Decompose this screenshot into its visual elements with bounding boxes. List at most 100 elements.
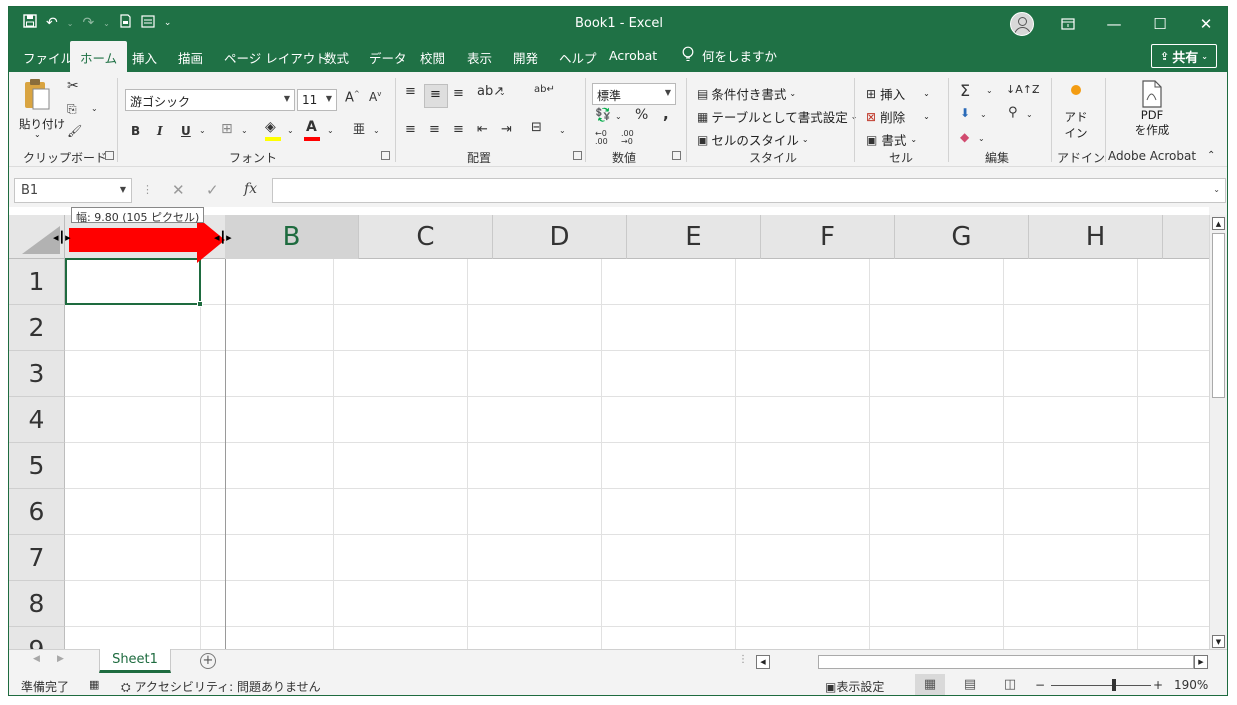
align-middle-button[interactable]: ≡ bbox=[424, 84, 448, 108]
zoom-in-button[interactable]: + bbox=[1153, 678, 1163, 692]
align-right-icon[interactable]: ≡ bbox=[453, 122, 464, 137]
percent-button[interactable]: % bbox=[635, 107, 648, 123]
border-icon[interactable]: ⊞ bbox=[221, 121, 233, 137]
comma-button[interactable]: , bbox=[663, 105, 669, 123]
scroll-down-icon[interactable]: ▼ bbox=[1212, 635, 1225, 648]
cut-icon[interactable]: ✂ bbox=[67, 78, 79, 94]
row-header[interactable]: 2 bbox=[9, 305, 65, 351]
number-format-combo[interactable]: 標準 ▼ bbox=[592, 83, 676, 105]
tab-page-layout[interactable]: ページ レイアウト bbox=[224, 48, 328, 67]
chevron-down-icon[interactable]: ⌄ bbox=[978, 134, 985, 143]
chevron-down-icon[interactable]: ⌄ bbox=[1031, 86, 1038, 95]
chevron-down-icon[interactable]: ⌄ bbox=[91, 104, 98, 113]
prev-sheet-icon[interactable]: ◀ bbox=[33, 654, 40, 664]
tab-acrobat[interactable]: Acrobat bbox=[609, 48, 657, 63]
column-header[interactable]: E bbox=[627, 215, 761, 259]
chevron-down-icon[interactable]: ⌄ bbox=[986, 86, 993, 95]
font-launcher-icon[interactable] bbox=[381, 151, 390, 160]
chevron-down-icon[interactable]: ⌄ bbox=[499, 88, 506, 97]
tab-developer[interactable]: 開発 bbox=[513, 48, 538, 67]
maximize-icon[interactable]: ☐ bbox=[1137, 7, 1183, 41]
create-pdf-button[interactable]: PDF を作成 bbox=[1127, 80, 1177, 144]
chevron-down-icon[interactable]: ⌄ bbox=[559, 126, 566, 135]
underline-button[interactable]: U bbox=[181, 124, 191, 138]
font-name-combo[interactable]: 游ゴシック ▼ bbox=[125, 89, 295, 111]
chevron-down-icon[interactable]: ⌄ bbox=[327, 126, 334, 135]
align-left-icon[interactable]: ≡ bbox=[405, 122, 416, 137]
column-header[interactable]: H bbox=[1029, 215, 1163, 259]
fill-handle[interactable] bbox=[197, 301, 203, 307]
italic-button[interactable]: I bbox=[157, 124, 163, 138]
enter-icon[interactable]: ✓ bbox=[206, 181, 219, 199]
splitter-icon[interactable]: ⋮ bbox=[738, 654, 748, 665]
normal-view-button[interactable]: ▦ bbox=[915, 674, 945, 695]
minimize-icon[interactable]: — bbox=[1091, 7, 1137, 41]
merge-center-icon[interactable]: ⊟ bbox=[531, 120, 542, 135]
ribbon-display-icon[interactable] bbox=[1045, 7, 1091, 41]
zoom-slider-thumb[interactable] bbox=[1112, 679, 1116, 691]
column-header[interactable]: G bbox=[895, 215, 1029, 259]
decrease-decimal-icon[interactable]: .00 →0 bbox=[621, 130, 634, 146]
horizontal-scrollbar[interactable]: ◀ ▶ bbox=[756, 655, 1210, 669]
copy-icon[interactable]: ⎘ bbox=[67, 102, 77, 117]
row-header[interactable]: 7 bbox=[9, 535, 65, 581]
clear-icon[interactable]: ◆ bbox=[960, 130, 969, 144]
column-header[interactable]: B bbox=[225, 215, 359, 259]
chevron-down-icon[interactable]: ⌄ bbox=[1026, 110, 1033, 119]
row-header[interactable]: 3 bbox=[9, 351, 65, 397]
row-header[interactable]: 8 bbox=[9, 581, 65, 627]
column-header[interactable]: D bbox=[493, 215, 627, 259]
vertical-scrollbar[interactable]: ▲ ▼ bbox=[1209, 215, 1227, 651]
page-layout-view-button[interactable]: ▤ bbox=[955, 674, 985, 695]
column-resize-cursor-icon[interactable]: ◂┃▸ bbox=[214, 231, 232, 244]
align-top-icon[interactable]: ≡ bbox=[405, 84, 416, 99]
tab-file[interactable]: ファイル bbox=[23, 48, 73, 67]
conditional-formatting-button[interactable]: ▤ 条件付き書式 ⌄ bbox=[697, 84, 796, 103]
decrease-indent-icon[interactable]: ⇤ bbox=[477, 122, 488, 137]
worksheet-grid[interactable]: B C D E F G H 1 2 3 4 5 6 7 8 9 bbox=[9, 207, 1209, 649]
format-painter-icon[interactable]: 🖌 bbox=[67, 124, 82, 138]
find-select-icon[interactable]: ⚲ bbox=[1008, 105, 1018, 120]
row-header[interactable]: 1 bbox=[9, 259, 65, 305]
sheet-tab[interactable]: Sheet1 bbox=[99, 649, 171, 673]
scroll-up-icon[interactable]: ▲ bbox=[1212, 217, 1225, 230]
tab-draw[interactable]: 描画 bbox=[178, 48, 203, 67]
vertical-scroll-thumb[interactable] bbox=[1212, 233, 1225, 398]
horizontal-scroll-thumb[interactable] bbox=[818, 655, 1194, 669]
addins-button[interactable]: アド イン bbox=[1059, 82, 1093, 144]
row-header[interactable]: 6 bbox=[9, 489, 65, 535]
currency-icon[interactable]: 💱 bbox=[595, 108, 611, 123]
chevron-down-icon[interactable]: ⌄ bbox=[199, 126, 206, 135]
phonetic-icon[interactable]: 亜 bbox=[353, 120, 365, 137]
bold-button[interactable]: B bbox=[131, 124, 140, 138]
autosum-icon[interactable]: Σ bbox=[960, 81, 970, 100]
row-header[interactable]: 5 bbox=[9, 443, 65, 489]
row-header[interactable]: 9 bbox=[9, 627, 65, 649]
expand-formula-icon[interactable]: ⌄ bbox=[1213, 185, 1220, 194]
chevron-down-icon[interactable]: ⌄ bbox=[373, 126, 380, 135]
fill-color-icon[interactable]: ◈ bbox=[265, 119, 281, 141]
formula-input[interactable]: ⌄ bbox=[272, 178, 1226, 203]
chevron-down-icon[interactable]: ⌄ bbox=[980, 110, 987, 119]
tab-formulas[interactable]: 数式 bbox=[324, 48, 349, 67]
zoom-out-button[interactable]: − bbox=[1035, 678, 1045, 692]
align-center-icon[interactable]: ≡ bbox=[429, 122, 440, 137]
paste-button[interactable]: 貼り付け ⌄ bbox=[17, 78, 65, 144]
tab-view[interactable]: 表示 bbox=[467, 48, 492, 67]
font-color-icon[interactable]: A bbox=[304, 119, 320, 141]
tab-insert[interactable]: 挿入 bbox=[132, 48, 157, 67]
wrap-text-icon[interactable]: ab↵ bbox=[534, 84, 555, 95]
display-settings-button[interactable]: ▣表示設定 bbox=[825, 678, 884, 695]
close-icon[interactable]: ✕ bbox=[1183, 7, 1227, 41]
tell-me-search[interactable]: 何をしますか bbox=[682, 46, 777, 65]
fill-down-icon[interactable]: ⬇ bbox=[960, 106, 970, 120]
chevron-down-icon[interactable]: ⌄ bbox=[241, 126, 248, 135]
row-header[interactable]: 4 bbox=[9, 397, 65, 443]
column-header[interactable]: F bbox=[761, 215, 895, 259]
scroll-right-icon[interactable]: ▶ bbox=[1194, 655, 1208, 669]
accessibility-status[interactable]: ⛭ アクセシビリティ: 問題ありません bbox=[121, 678, 321, 695]
tab-data[interactable]: データ bbox=[369, 48, 407, 67]
format-cells-button[interactable]: ▣ 書式 ⌄ bbox=[866, 130, 917, 149]
active-cell[interactable] bbox=[65, 258, 203, 307]
macro-record-icon[interactable]: ▦ bbox=[89, 678, 99, 691]
